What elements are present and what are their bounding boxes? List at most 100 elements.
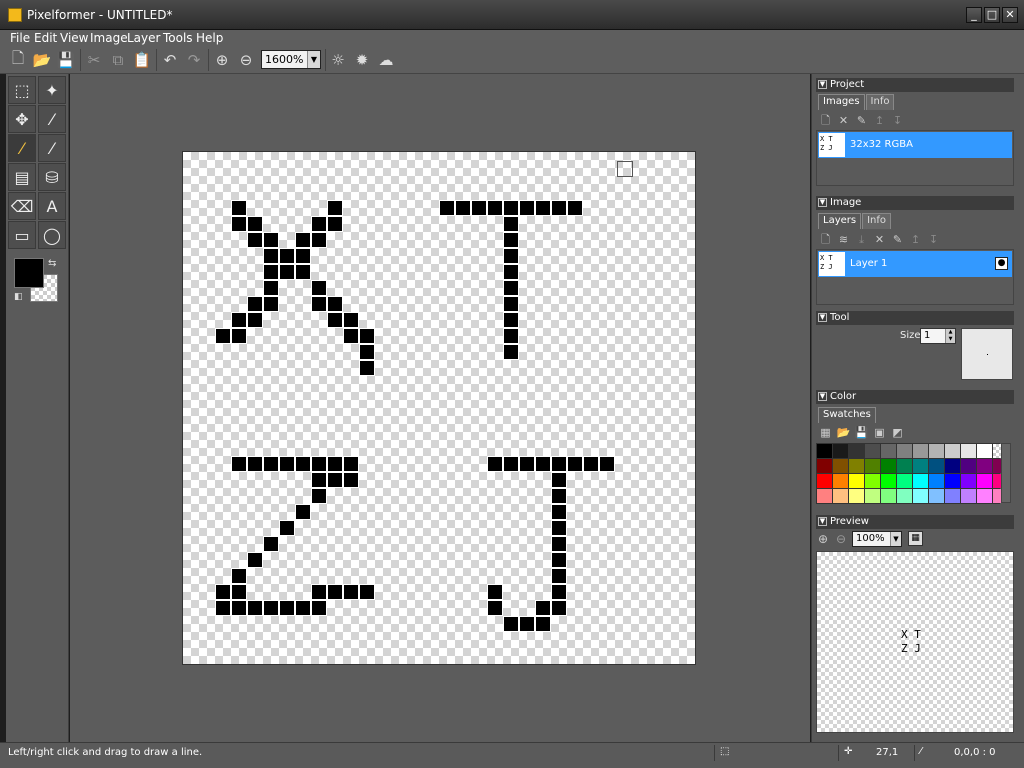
close-button[interactable]: ✕ <box>1002 7 1018 23</box>
chevron-down-icon[interactable]: ▼ <box>307 51 320 68</box>
color-swatch[interactable] <box>849 489 864 503</box>
image-row[interactable]: X TZ J 32x32 RGBA <box>818 132 1012 158</box>
swap-colors-icon[interactable]: ⇆ <box>48 258 56 269</box>
image-panel-header[interactable]: ▼ Image <box>816 196 1014 210</box>
zoom-select[interactable]: 1600% ▼ <box>261 50 321 69</box>
color-swatch[interactable] <box>977 489 992 503</box>
color-swatch[interactable] <box>833 444 848 458</box>
brightness-icon[interactable]: ☼ <box>328 50 348 70</box>
color-swatch[interactable] <box>849 444 864 458</box>
color-swatch[interactable] <box>881 489 896 503</box>
color-swatch[interactable] <box>817 444 832 458</box>
color-swatch[interactable] <box>961 489 976 503</box>
open-palette-icon[interactable]: 📂 <box>836 425 851 440</box>
color-swatch[interactable] <box>833 459 848 473</box>
color-swatch[interactable] <box>881 444 896 458</box>
tab-image-info[interactable]: Info <box>862 213 892 229</box>
preview-zoom-in-icon[interactable]: ⊕ <box>818 532 828 546</box>
cut-icon[interactable]: ✂ <box>84 50 104 70</box>
swatch-scrollbar[interactable] <box>1001 443 1011 503</box>
brush-tool[interactable]: ⁄ <box>38 134 66 162</box>
zoom-out-icon[interactable]: ⊖ <box>236 50 256 70</box>
color-swatch[interactable] <box>945 474 960 488</box>
color-swatch[interactable] <box>961 459 976 473</box>
color-swatch[interactable] <box>913 459 928 473</box>
properties-icon[interactable]: ✎ <box>854 113 869 128</box>
color-panel-header[interactable]: ▼ Color <box>816 390 1014 404</box>
spinner-icon[interactable]: ▲ ▼ <box>945 329 955 343</box>
rect-select-tool[interactable]: ⬚ <box>8 76 36 104</box>
layer-properties-icon[interactable]: ✎ <box>890 232 905 247</box>
preview-zoom-out-icon[interactable]: ⊖ <box>836 532 846 546</box>
undo-icon[interactable]: ↶ <box>160 50 180 70</box>
new-layer-icon[interactable]: 🗋 <box>818 232 833 247</box>
ellipse-tool[interactable]: ◯ <box>38 221 66 249</box>
collapse-icon[interactable]: ▼ <box>818 198 827 207</box>
copy-icon[interactable]: ⧉ <box>108 50 128 70</box>
color-swatch[interactable] <box>865 474 880 488</box>
color-swatch[interactable] <box>897 474 912 488</box>
open-icon[interactable]: 📂 <box>32 50 52 70</box>
color-swatch[interactable] <box>945 459 960 473</box>
sun-icon[interactable]: ✹ <box>352 50 372 70</box>
color-swatch[interactable] <box>817 489 832 503</box>
color-swatch[interactable] <box>897 444 912 458</box>
move-tool[interactable]: ✥ <box>8 105 36 133</box>
redo-icon[interactable]: ↷ <box>184 50 204 70</box>
color-swatch[interactable] <box>913 489 928 503</box>
new-image-icon[interactable]: 🗋 <box>818 113 833 128</box>
save-palette-icon[interactable]: 💾 <box>854 425 869 440</box>
chevron-down-icon[interactable]: ▼ <box>890 532 901 546</box>
magic-wand-tool[interactable]: ✦ <box>38 76 66 104</box>
tab-images[interactable]: Images <box>818 94 865 110</box>
fill-tool[interactable]: ⛁ <box>38 163 66 191</box>
color-swatch[interactable] <box>817 459 832 473</box>
color-swatch[interactable] <box>945 489 960 503</box>
color-swatch[interactable] <box>913 444 928 458</box>
collapse-icon[interactable]: ▼ <box>818 313 827 322</box>
eyedropper-tool[interactable]: ⁄ <box>38 105 66 133</box>
tab-layers[interactable]: Layers <box>818 213 862 229</box>
color-swatch[interactable] <box>817 474 832 488</box>
visibility-icon[interactable]: ● <box>995 257 1008 270</box>
preview-zoom-select[interactable]: 100% ▼ <box>852 531 902 547</box>
move-down-icon[interactable]: ↧ <box>890 113 905 128</box>
menu-edit[interactable]: Edit <box>34 30 57 46</box>
delete-layer-icon[interactable]: ✕ <box>872 232 887 247</box>
tool-panel-header[interactable]: ▼ Tool <box>816 311 1014 325</box>
maximize-button[interactable]: □ <box>984 7 1000 23</box>
size-input[interactable]: 1 ▲ ▼ <box>920 328 956 344</box>
layer-up-icon[interactable]: ↥ <box>908 232 923 247</box>
eraser-tool[interactable]: ⌫ <box>8 192 36 220</box>
color-swatch[interactable] <box>977 444 992 458</box>
checkerboard-toggle-icon[interactable]: ▦ <box>908 531 923 546</box>
color-swatch[interactable] <box>881 474 896 488</box>
gradient-tool[interactable]: ▤ <box>8 163 36 191</box>
color-swatch[interactable] <box>833 474 848 488</box>
foreground-color[interactable] <box>14 258 44 288</box>
color-swatch[interactable] <box>881 459 896 473</box>
color-swatch[interactable] <box>929 459 944 473</box>
new-icon[interactable]: 🗋 <box>8 49 28 70</box>
color-swatch[interactable] <box>913 474 928 488</box>
color-swatch[interactable] <box>865 489 880 503</box>
merge-icon[interactable]: ⤓ <box>854 232 869 247</box>
color-swatch[interactable] <box>961 444 976 458</box>
preview-panel-header[interactable]: ▼ Preview <box>816 515 1014 529</box>
color-swatch[interactable] <box>865 459 880 473</box>
menu-tools[interactable]: Tools <box>163 30 193 46</box>
layer-row[interactable]: X TZ J Layer 1 ● <box>818 251 1012 277</box>
layer-down-icon[interactable]: ↧ <box>926 232 941 247</box>
zoom-in-icon[interactable]: ⊕ <box>212 50 232 70</box>
color-swatch[interactable] <box>929 474 944 488</box>
color-swatch[interactable] <box>977 459 992 473</box>
menu-help[interactable]: Help <box>196 30 223 46</box>
add-swatch-icon[interactable]: ▣ <box>872 425 887 440</box>
collapse-icon[interactable]: ▼ <box>818 392 827 401</box>
save-icon[interactable]: 💾 <box>56 50 76 70</box>
grid-view-icon[interactable]: ▦ <box>818 425 833 440</box>
color-swatch[interactable] <box>977 474 992 488</box>
pencil-tool[interactable]: ⁄ <box>8 134 36 162</box>
minimize-button[interactable]: _ <box>966 7 982 23</box>
color-swatch[interactable] <box>865 444 880 458</box>
